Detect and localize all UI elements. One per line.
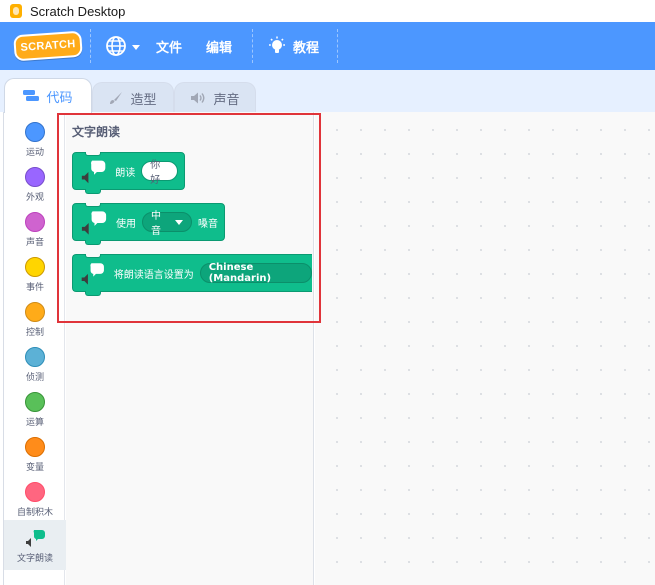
block-bump [85,291,101,296]
menu-divider [90,29,91,63]
category-label: 运算 [25,418,44,428]
tab-costumes-label: 造型 [130,92,157,108]
category-motion[interactable]: 运动 [4,122,66,167]
tab-code-label: 代码 [46,90,73,106]
script-workspace[interactable] [315,112,655,585]
brush-icon [110,92,123,104]
tab-costumes[interactable]: 造型 [92,82,174,113]
text-to-speech-icon [81,263,104,285]
file-menu[interactable]: 文件 [144,22,194,70]
set-voice-label-after: 嗓音 [198,218,218,230]
category-control[interactable]: 控制 [4,302,66,347]
language-dropdown-value: Chinese (Mandarin) [208,262,272,284]
category-label: 事件 [25,283,44,293]
globe-icon [106,36,126,56]
window-title: Scratch Desktop [30,3,126,19]
chevron-down-icon [132,44,140,50]
editor-tabs: 代码 造型 声音 [0,70,655,113]
sensing-color-icon [25,347,45,367]
category-label: 侦测 [25,373,44,383]
speak-block-label: 朗读 [115,167,136,179]
edit-menu[interactable]: 编辑 [194,22,244,70]
category-label: 变量 [25,463,44,473]
tab-code[interactable]: 代码 [4,78,92,113]
scratch-app-icon [10,4,22,18]
speak-text-input[interactable]: 你好 [141,160,178,186]
set-voice-label-before: 使用 [116,218,137,230]
code-editor-area: 运动 外观 声音 事件 控制 侦测 运算 变量 自制积木 文字朗读 文字朗读 朗… [0,112,655,585]
text-to-speech-icon [26,530,45,547]
category-variables[interactable]: 变量 [4,437,66,482]
menu-bar: SCRATCH 文件 编辑 教程 [0,22,655,70]
category-label: 文字朗读 [16,554,53,564]
control-color-icon [25,302,45,322]
speaker-icon [191,92,205,104]
category-label: 外观 [25,193,44,203]
category-operators[interactable]: 运算 [4,392,66,437]
events-color-icon [25,257,45,277]
category-sensing[interactable]: 侦测 [4,347,66,392]
text-to-speech-icon [81,211,107,235]
category-label: 运动 [25,148,44,158]
category-menu: 运动 外观 声音 事件 控制 侦测 运算 变量 自制积木 文字朗读 [3,112,66,585]
category-label: 声音 [25,238,44,248]
category-sound[interactable]: 声音 [4,212,66,257]
looks-color-icon [25,167,45,187]
tutorials-button[interactable]: 教程 [261,22,329,70]
code-icon [23,90,40,101]
motion-color-icon [25,122,45,142]
block-palette: 文字朗读 朗读 你好 使用 中音 嗓音 将朗读语言设置为 Chinese (Ma… [66,112,314,585]
window-titlebar: Scratch Desktop [0,0,655,22]
operators-color-icon [25,392,45,412]
block-bump [85,189,101,194]
set-language-block[interactable]: 将朗读语言设置为 Chinese (Mandarin) [72,254,312,296]
tab-sounds-label: 声音 [213,92,240,108]
menu-divider [252,29,254,63]
category-label: 自制积木 [16,508,53,518]
set-language-label: 将朗读语言设置为 [113,269,194,281]
menu-divider [337,29,339,63]
speak-block[interactable]: 朗读 你好 [72,152,185,194]
palette-section-title: 文字朗读 [72,125,121,139]
language-dropdown[interactable]: Chinese (Mandarin) [199,262,312,284]
variables-color-icon [25,437,45,457]
tab-sounds[interactable]: 声音 [174,82,256,113]
text-to-speech-icon [81,160,106,184]
language-menu-button[interactable] [99,22,144,70]
sound-color-icon [25,212,45,232]
chevron-down-icon [175,219,183,225]
my-blocks-color-icon [25,482,45,502]
tutorials-label: 教程 [293,40,320,56]
lightbulb-icon [269,36,286,53]
voice-dropdown-value: 中音 [151,211,162,237]
voice-dropdown[interactable]: 中音 [142,211,192,237]
category-events[interactable]: 事件 [4,257,66,302]
category-looks[interactable]: 外观 [4,167,66,212]
block-bump [85,240,101,245]
scratch-logo[interactable]: SCRATCH [13,30,83,62]
category-label: 控制 [25,328,44,338]
set-voice-block[interactable]: 使用 中音 嗓音 [72,203,225,245]
category-text-to-speech[interactable]: 文字朗读 [4,520,66,570]
